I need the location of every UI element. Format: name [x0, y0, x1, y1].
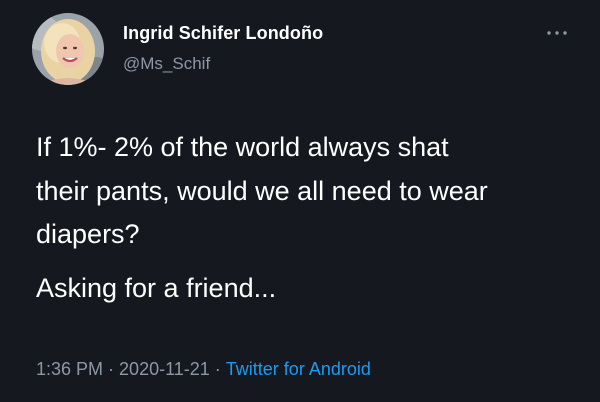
avatar[interactable]: [32, 13, 104, 85]
tweet-metadata: 1:36 PM · 2020-11-21 · Twitter for Android: [36, 359, 371, 380]
tweet-card: Ingrid Schifer Londoño @Ms_Schif If 1%- …: [0, 0, 600, 402]
tweet-text: If 1%- 2% of the world always shat their…: [36, 126, 576, 310]
separator: ·: [214, 359, 221, 379]
author-name[interactable]: Ingrid Schifer Londoño: [123, 23, 323, 44]
tweet-date[interactable]: 2020-11-21: [119, 359, 210, 379]
profile-photo-icon: [32, 13, 104, 85]
tweet-source-link[interactable]: Twitter for Android: [226, 359, 371, 379]
author-handle[interactable]: @Ms_Schif: [123, 54, 210, 74]
separator: ·: [108, 359, 115, 379]
tweet-paragraph: Asking for a friend...: [36, 272, 277, 303]
tweet-time[interactable]: 1:36 PM: [36, 359, 103, 379]
more-horizontal-icon[interactable]: [545, 26, 569, 40]
tweet-paragraph: If 1%- 2% of the world always shat their…: [36, 132, 488, 249]
